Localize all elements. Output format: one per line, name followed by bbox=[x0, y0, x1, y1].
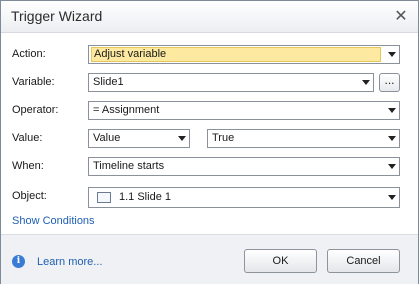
value-type-value: Value bbox=[93, 132, 121, 144]
variable-label: Variable: bbox=[12, 76, 55, 88]
chevron-down-icon bbox=[388, 52, 396, 57]
chevron-down-icon bbox=[388, 108, 396, 113]
form-area: Action: Adjust variable Variable: Slide1… bbox=[1, 33, 418, 234]
close-button[interactable]: ✕ bbox=[390, 6, 412, 26]
object-value: 1.1 Slide 1 bbox=[119, 191, 171, 203]
action-value: Adjust variable bbox=[91, 47, 381, 62]
learn-more-link[interactable]: Learn more... bbox=[37, 256, 102, 268]
chevron-down-icon bbox=[388, 195, 396, 200]
when-dropdown[interactable]: Timeline starts bbox=[88, 157, 400, 176]
value-type-dropdown[interactable]: Value bbox=[88, 129, 190, 148]
cancel-button[interactable]: Cancel bbox=[327, 249, 400, 273]
action-dropdown[interactable]: Adjust variable bbox=[88, 45, 400, 64]
info-icon: i bbox=[12, 255, 25, 268]
value-value: True bbox=[212, 132, 235, 144]
action-label: Action: bbox=[12, 48, 46, 60]
variable-value: Slide1 bbox=[93, 76, 124, 88]
close-icon: ✕ bbox=[394, 8, 408, 25]
slide-icon bbox=[97, 192, 111, 203]
operator-value: = Assignment bbox=[93, 104, 160, 116]
when-value: Timeline starts bbox=[93, 160, 165, 172]
when-label: When: bbox=[12, 160, 44, 172]
chevron-down-icon bbox=[388, 164, 396, 169]
object-dropdown[interactable]: 1.1 Slide 1 bbox=[88, 187, 400, 208]
operator-label: Operator: bbox=[12, 104, 59, 116]
chevron-down-icon bbox=[362, 80, 370, 85]
variable-browse-button[interactable]: ... bbox=[379, 73, 400, 92]
object-label: Object: bbox=[12, 190, 47, 202]
variable-dropdown[interactable]: Slide1 bbox=[88, 73, 374, 92]
show-conditions-link[interactable]: Show Conditions bbox=[12, 215, 95, 227]
dialog-footer: i Learn more... OK Cancel bbox=[1, 234, 418, 284]
trigger-wizard-dialog: Trigger Wizard ✕ Action: Adjust variable… bbox=[0, 0, 419, 284]
ok-button[interactable]: OK bbox=[244, 249, 317, 273]
dialog-title: Trigger Wizard bbox=[11, 8, 103, 24]
value-dropdown[interactable]: True bbox=[207, 129, 400, 148]
operator-dropdown[interactable]: = Assignment bbox=[88, 101, 400, 120]
value-label: Value: bbox=[12, 132, 43, 144]
chevron-down-icon bbox=[388, 136, 396, 141]
chevron-down-icon bbox=[178, 136, 186, 141]
title-bar: Trigger Wizard ✕ bbox=[1, 1, 418, 33]
